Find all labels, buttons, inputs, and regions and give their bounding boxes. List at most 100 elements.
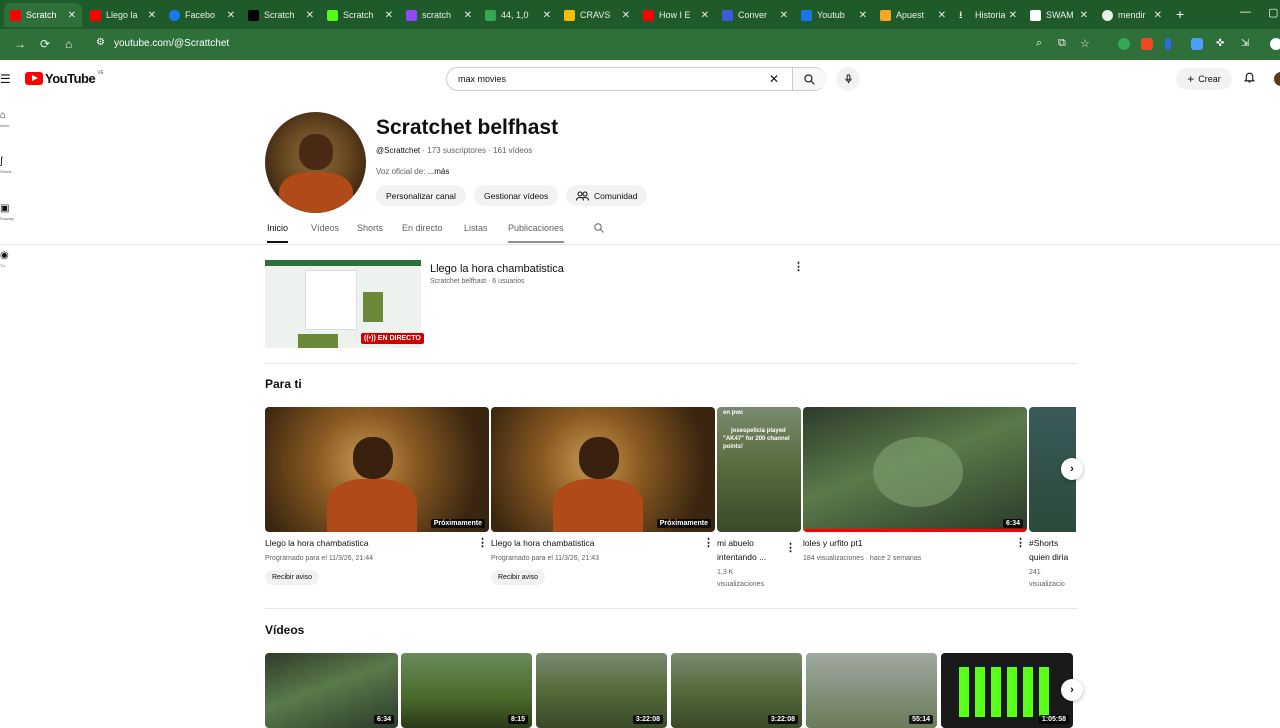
browser-tab-13[interactable]: SWAM ✕ [1024,3,1094,27]
back-arrow-icon[interactable]: → [14,37,26,51]
video-thumbnail[interactable]: 6:34 [265,653,398,728]
close-tab-icon[interactable]: ✕ [385,10,393,21]
guide-item-shorts[interactable]: ∫ Shorts [0,156,14,174]
close-tab-icon[interactable]: ✕ [701,10,709,21]
browser-tab-12[interactable]: ⭳ Historia ✕ [953,3,1023,27]
tab-publicaciones[interactable]: Publicaciones [508,223,564,243]
site-info-icon[interactable]: ⚙ [96,37,105,48]
guide-item-subscriptions[interactable]: ▣ Suscripciones [0,203,14,221]
search-input[interactable]: max movies [458,74,506,84]
close-tab-icon[interactable]: ✕ [859,10,867,21]
maximize-window-icon[interactable]: ▢ [1268,6,1278,19]
extension-icon[interactable] [1141,38,1153,50]
close-tab-icon[interactable]: ✕ [1080,10,1088,21]
video-title[interactable]: mi abuelo [717,536,754,550]
channel-avatar[interactable] [265,112,366,213]
close-tab-icon[interactable]: ✕ [68,10,76,21]
tab-listas[interactable]: Listas [464,223,488,233]
video-thumbnail[interactable]: Próximamente [491,407,715,532]
more-options-icon[interactable]: ⋮ [793,260,804,273]
browser-tab-8[interactable]: How I E ✕ [637,3,715,27]
bookmark-star-icon[interactable]: ☆ [1080,37,1090,50]
video-title[interactable]: loles y urfito pt1 [803,536,863,550]
browser-tab-10[interactable]: Youtub ✕ [795,3,873,27]
browser-tab-11[interactable]: Apuest ✕ [874,3,952,27]
video-title[interactable]: #Shorts [1029,536,1058,550]
close-tab-icon[interactable]: ✕ [306,10,314,21]
close-tab-icon[interactable]: ✕ [464,10,472,21]
video-title[interactable]: Llego la hora chambatistica [491,536,594,550]
browser-tab-0[interactable]: Scratch ✕ [4,3,82,27]
browser-tab-9[interactable]: Conver ✕ [716,3,794,27]
menu-icon[interactable]: ☰ [0,72,11,86]
channel-description[interactable]: Voz oficial de: ...más [376,167,449,176]
notify-me-button[interactable]: Recibir aviso [491,570,546,585]
close-tab-icon[interactable]: ✕ [1154,10,1162,21]
video-title[interactable]: Llego la hora chambatistica [265,536,368,550]
tab-en-directo[interactable]: En directo [402,223,443,233]
new-tab-icon[interactable]: + [1176,6,1184,22]
video-thumbnail[interactable]: 3:22:08 [671,653,802,728]
community-button[interactable]: Comunidad [566,185,648,206]
profile-avatar[interactable] [1270,38,1280,50]
guide-item-home[interactable]: ⌂ Inicio [0,110,14,128]
url-field[interactable]: ⚙ youtube.com/@Scrattchet ⌕ ⧉ ☆ [88,32,1108,57]
video-thumbnail[interactable]: 55:14 [806,653,937,728]
video-thumbnail[interactable]: 1:05:58 [941,653,1073,728]
close-tab-icon[interactable]: ✕ [543,10,551,21]
featured-title[interactable]: Llego la hora chambatistica [430,263,564,275]
description-more-link[interactable]: ...más [428,167,450,176]
video-thumbnail[interactable]: 6:34 [803,407,1027,532]
voice-search-button[interactable] [836,67,860,91]
customize-channel-button[interactable]: Personalizar canal [376,185,466,206]
browser-tab-5[interactable]: scratch ✕ [400,3,478,27]
short-thumbnail[interactable]: en pwc josespelicia played "AK47" for 20… [717,407,801,532]
search-box[interactable]: max movies ✕ [446,67,826,91]
video-title[interactable]: intentando ... [717,550,766,564]
install-app-icon[interactable]: ⧉ [1058,37,1066,50]
tab-videos[interactable]: Vídeos [311,223,339,233]
video-thumbnail[interactable]: 3:22:08 [536,653,667,728]
close-tab-icon[interactable]: ✕ [227,10,235,21]
clear-search-icon[interactable]: ✕ [769,72,779,86]
more-options-icon[interactable]: ⋮ [477,536,488,549]
shelf-next-arrow-icon[interactable]: › [1061,458,1083,480]
extensions-puzzle-icon[interactable]: ✜ [1216,38,1228,50]
notify-me-button[interactable]: Recibir aviso [265,570,320,585]
close-tab-icon[interactable]: ✕ [938,10,946,21]
tab-shorts[interactable]: Shorts [357,223,383,233]
browser-tab-14[interactable]: mendir ✕ [1096,3,1168,27]
browser-tab-1[interactable]: Llego la ✕ [84,3,162,27]
close-tab-icon[interactable]: ✕ [148,10,156,21]
shelf-next-arrow-icon[interactable]: › [1061,679,1083,701]
browser-tab-3[interactable]: Scratch ✕ [242,3,320,27]
close-tab-icon[interactable]: ✕ [780,10,788,21]
video-thumbnail[interactable]: 8:15 [401,653,532,728]
browser-tab-7[interactable]: CRAVS ✕ [558,3,636,27]
more-options-icon[interactable]: ⋮ [785,541,796,554]
browser-tab-6[interactable]: 44, 1,0 ✕ [479,3,557,27]
youtube-logo[interactable]: YouTube VE [25,70,104,86]
notifications-button[interactable] [1243,70,1256,89]
create-button[interactable]: + Crear [1176,68,1232,90]
extension-icon[interactable] [1118,38,1130,50]
close-tab-icon[interactable]: ✕ [1009,10,1017,21]
close-tab-icon[interactable]: ✕ [622,10,630,21]
video-thumbnail[interactable]: Próximamente [265,407,489,532]
vpn-shield-icon[interactable] [1191,38,1203,50]
minimize-window-icon[interactable]: — [1240,6,1251,18]
home-icon[interactable]: ⌂ [65,37,72,51]
sidebar-icon[interactable]: ⇲ [1241,38,1253,50]
search-button[interactable] [792,68,826,90]
more-options-icon[interactable]: ⋮ [703,536,714,549]
manage-videos-button[interactable]: Gestionar vídeos [474,185,559,206]
tab-search-button[interactable] [593,222,605,236]
browser-tab-2[interactable]: Facebo ✕ [163,3,241,27]
guide-item-you[interactable]: ◉ Tú [0,250,14,268]
extension-icon[interactable] [1165,38,1171,50]
more-options-icon[interactable]: ⋮ [1015,536,1026,549]
reload-icon[interactable]: ⟳ [40,37,50,51]
account-avatar[interactable] [1274,72,1280,86]
video-title[interactable]: quien diria [1029,550,1076,564]
zoom-icon[interactable]: ⌕ [1036,37,1042,50]
